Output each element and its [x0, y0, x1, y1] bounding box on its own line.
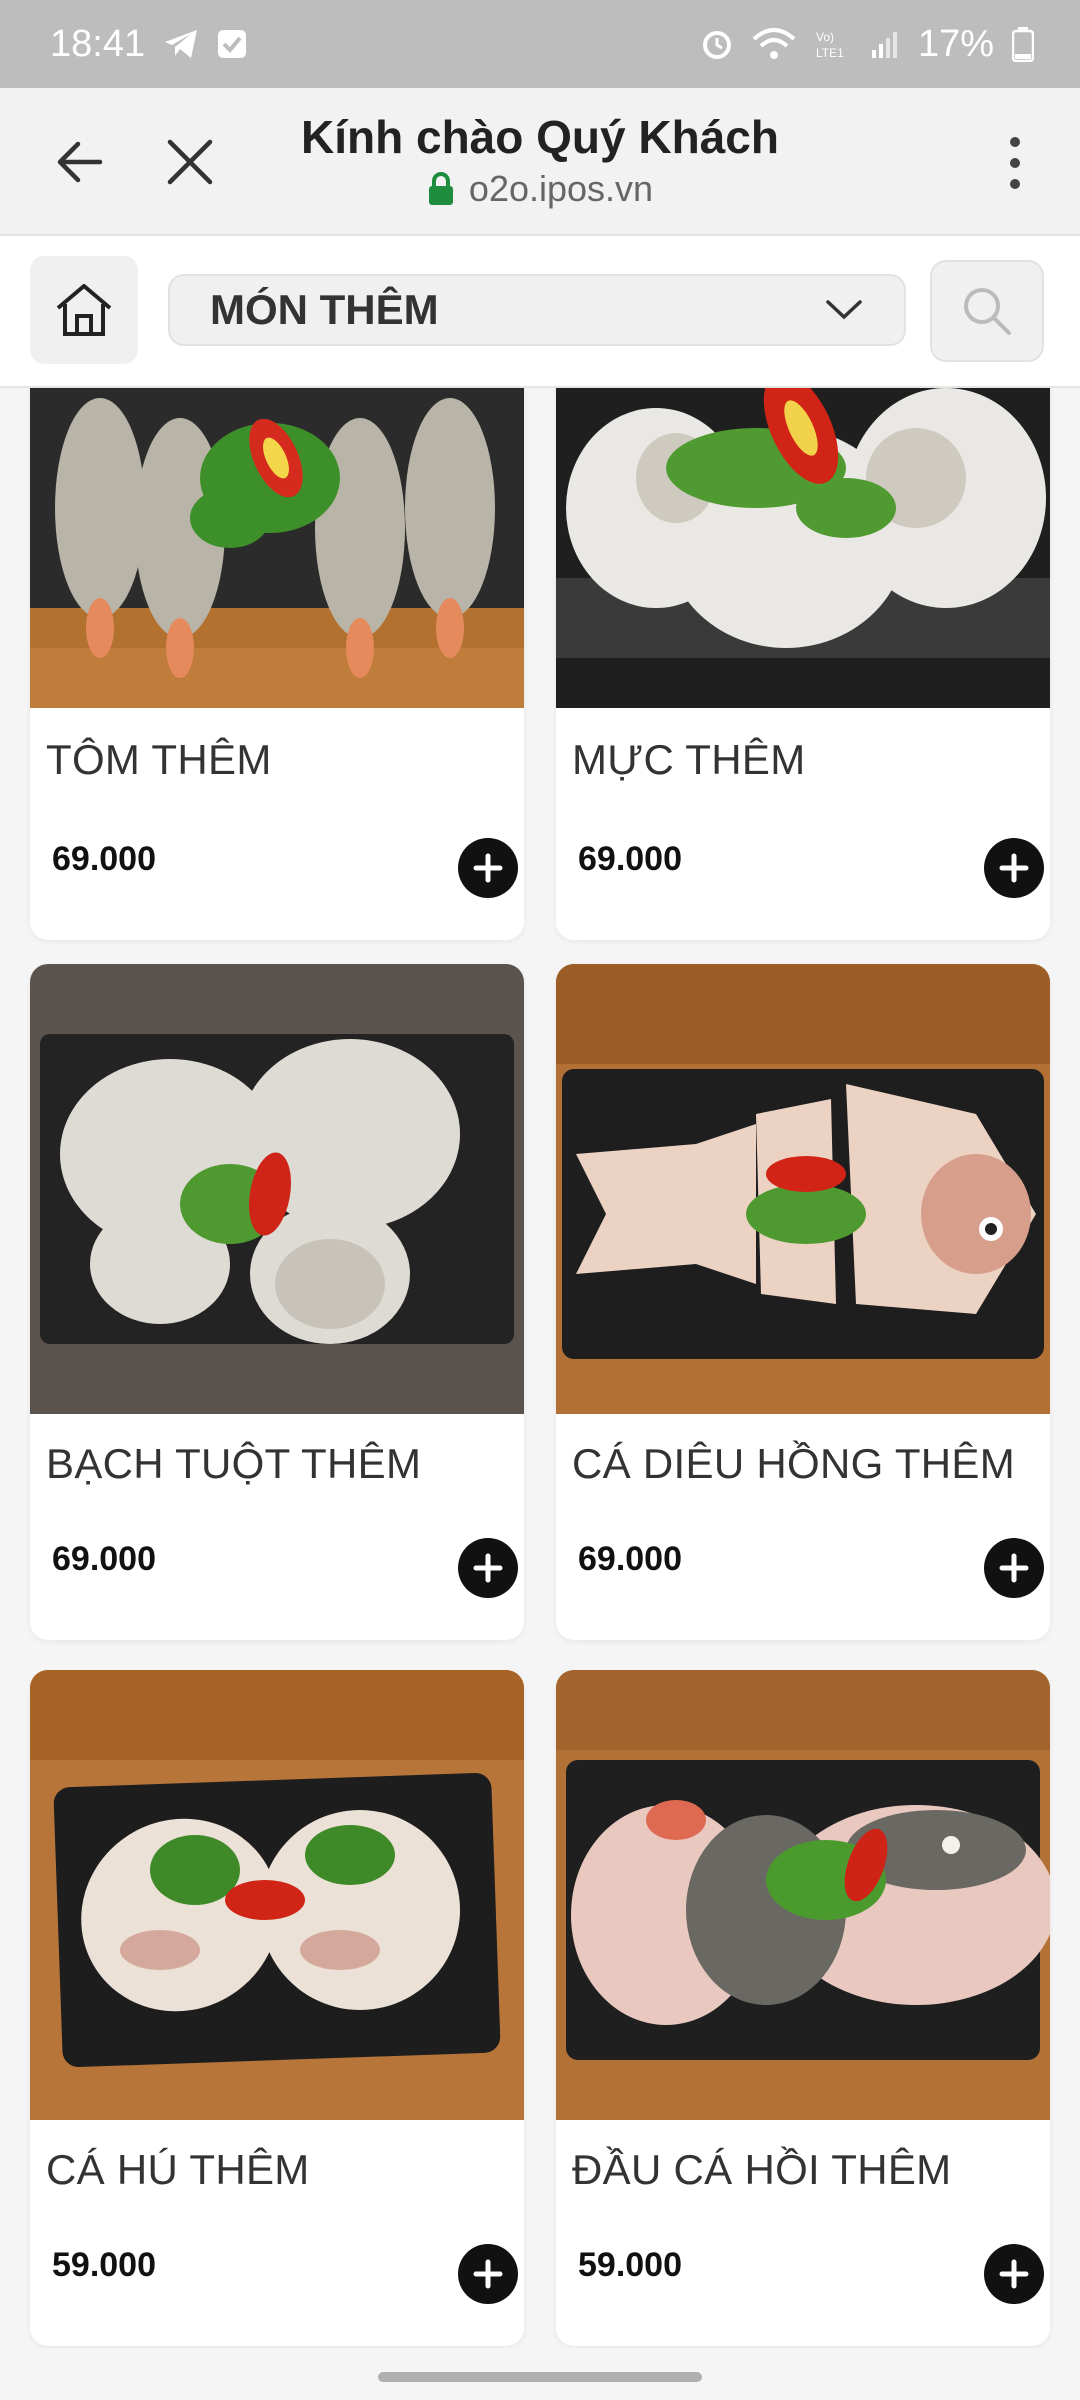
add-to-cart-button[interactable]	[458, 2244, 518, 2304]
url-text: o2o.ipos.vn	[468, 168, 654, 209]
page-title: Kính chào Quý Khách	[301, 111, 779, 163]
close-tab-button[interactable]	[160, 132, 220, 192]
product-card[interactable]: CÁ HÚ THÊM 59.000	[30, 1670, 524, 2346]
add-to-cart-button[interactable]	[984, 1538, 1044, 1598]
browser-toolbar: Kính chào Quý Khách o2o.ipos.vn	[0, 88, 1080, 236]
search-button[interactable]	[930, 260, 1044, 362]
more-vertical-icon	[1010, 137, 1020, 189]
product-card[interactable]: CÁ DIÊU HỒNG THÊM 69.000	[556, 964, 1050, 1640]
product-name: MỰC THÊM	[572, 736, 806, 783]
status-bar: 18:41 Vo) LTE1 17%	[0, 0, 1080, 88]
svg-text:Vo): Vo)	[816, 30, 834, 44]
product-name: TÔM THÊM	[46, 736, 272, 783]
plus-icon	[999, 1553, 1029, 1583]
status-time: 18:41	[50, 22, 146, 65]
product-image-octopus	[30, 964, 524, 1414]
product-image-basa-fish	[30, 1670, 524, 2120]
product-card[interactable]: BẠCH TUỘT THÊM 69.000	[30, 964, 524, 1640]
close-icon	[167, 139, 213, 185]
category-dropdown[interactable]: MÓN THÊM	[168, 274, 906, 346]
plus-icon	[473, 853, 503, 883]
battery-icon	[1012, 26, 1034, 62]
battery-percent: 17%	[917, 22, 994, 65]
lock-icon	[428, 172, 453, 205]
add-to-cart-button[interactable]	[984, 838, 1044, 898]
product-name: ĐẦU CÁ HỒI THÊM	[572, 2146, 952, 2193]
category-selected-label: MÓN THÊM	[210, 286, 439, 333]
product-image-shrimp	[30, 388, 524, 708]
plus-icon	[473, 2259, 503, 2289]
back-button[interactable]	[50, 132, 110, 192]
add-to-cart-button[interactable]	[458, 838, 518, 898]
product-name: BẠCH TUỘT THÊM	[46, 1440, 422, 1487]
plus-icon	[999, 2259, 1029, 2289]
url-display[interactable]: o2o.ipos.vn	[240, 168, 840, 210]
product-price: 69.000	[52, 840, 156, 878]
product-price: 69.000	[52, 1540, 156, 1578]
home-button[interactable]	[30, 256, 138, 364]
check-square-icon	[217, 29, 247, 59]
product-image-squid	[556, 388, 1050, 708]
more-options-button[interactable]	[990, 128, 1040, 198]
product-price: 59.000	[52, 2246, 156, 2284]
arrow-left-icon	[57, 141, 103, 183]
product-grid: TÔM THÊM 69.000 MỰC THÊM 69.000 BẠCH TUỘ…	[0, 388, 1080, 2348]
plus-icon	[473, 1553, 503, 1583]
product-price: 69.000	[578, 1540, 682, 1578]
plus-icon	[999, 853, 1029, 883]
volte-icon: Vo) LTE1	[814, 27, 852, 61]
product-image-salmon-head	[556, 1670, 1050, 2120]
product-image-tilapia	[556, 964, 1050, 1414]
add-to-cart-button[interactable]	[984, 2244, 1044, 2304]
product-name: CÁ DIÊU HỒNG THÊM	[572, 1440, 1016, 1487]
alarm-icon	[700, 27, 734, 61]
chevron-down-icon	[826, 300, 862, 320]
add-to-cart-button[interactable]	[458, 1538, 518, 1598]
home-icon	[56, 284, 112, 336]
product-card[interactable]: MỰC THÊM 69.000	[556, 388, 1050, 940]
signal-icon	[870, 28, 900, 60]
wifi-icon	[752, 27, 796, 61]
product-card[interactable]: TÔM THÊM 69.000	[30, 388, 524, 940]
product-name: CÁ HÚ THÊM	[46, 2146, 310, 2193]
product-price: 59.000	[578, 2246, 682, 2284]
product-card[interactable]: ĐẦU CÁ HỒI THÊM 59.000	[556, 1670, 1050, 2346]
search-icon	[964, 288, 1011, 335]
svg-text:LTE1: LTE1	[816, 46, 844, 60]
telegram-icon	[163, 28, 199, 60]
gesture-home-indicator[interactable]	[378, 2372, 702, 2382]
product-price: 69.000	[578, 840, 682, 878]
category-bar: MÓN THÊM	[0, 236, 1080, 388]
